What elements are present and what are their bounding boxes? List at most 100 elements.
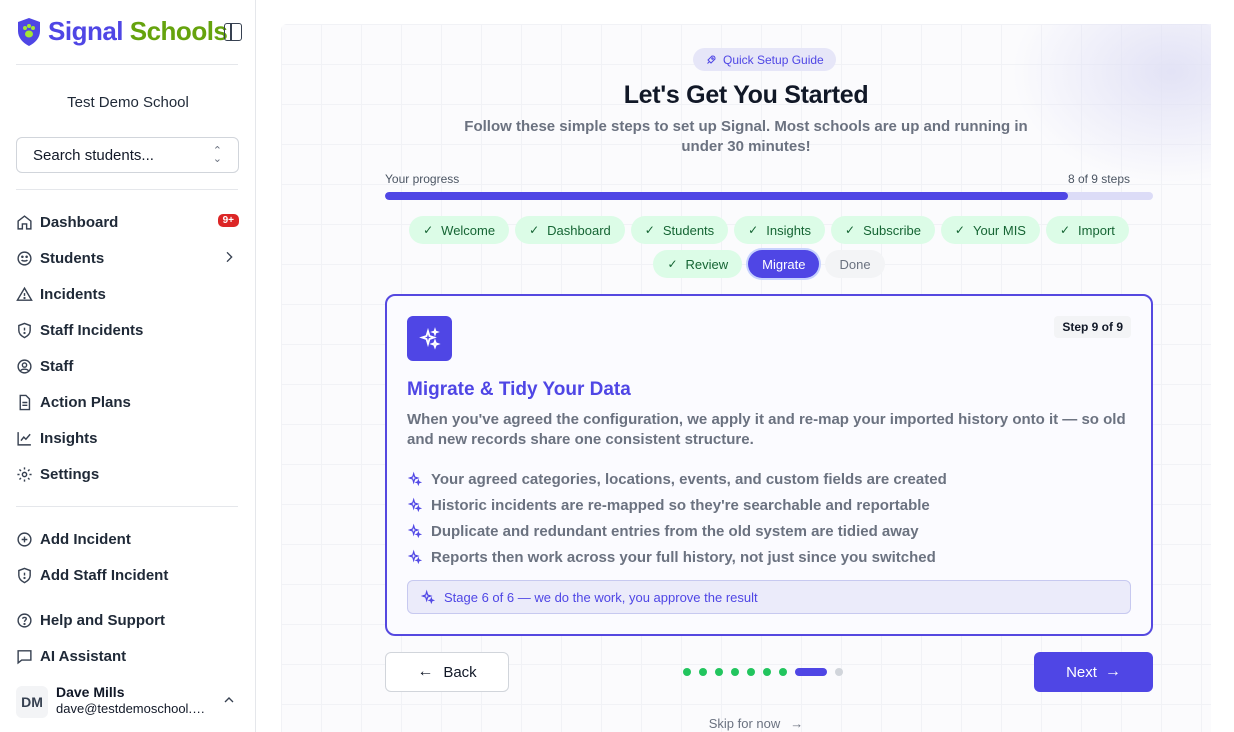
back-button[interactable]: ← Back — [385, 652, 509, 692]
step-dot[interactable] — [795, 668, 827, 676]
nav-item-add-staff-incident[interactable]: Add Staff Incident — [16, 563, 239, 587]
step-chip-label: Review — [685, 256, 729, 272]
chevron-right-icon — [226, 251, 233, 263]
step-chip-students[interactable]: ✓ Students — [630, 216, 729, 244]
step-chips: ✓ Welcome ✓ Dashboard ✓ Students ✓ Insights ✓ Sub… — [385, 216, 1153, 278]
nav-item-insights[interactable]: Insights — [16, 426, 239, 450]
step-chip-migrate[interactable]: Migrate — [748, 250, 820, 278]
step-dot[interactable] — [683, 668, 691, 676]
search-placeholder: Search students... — [33, 146, 154, 164]
next-button[interactable]: Next → — [1034, 652, 1153, 692]
list-item: Historic incidents are re-mapped so they… — [407, 492, 1137, 518]
divider — [16, 506, 238, 507]
rocket-icon — [707, 54, 716, 64]
check-icon: ✓ — [667, 257, 678, 271]
brand-name: Signal Schools — [48, 16, 228, 47]
document-icon — [19, 394, 31, 410]
nav-label: Dashboard — [40, 213, 119, 231]
plus-circle-icon — [17, 531, 32, 547]
step-chip-your-mis[interactable]: ✓ Your MIS — [940, 216, 1040, 244]
list-item-text: Your agreed categories, locations, event… — [431, 470, 947, 488]
next-label: Next — [1066, 663, 1097, 681]
brand-name-part2: Schools — [129, 16, 228, 46]
step-dot[interactable] — [779, 668, 787, 676]
home-icon — [17, 214, 32, 230]
arrow-left-icon: ← — [417, 663, 434, 680]
step-chip-import[interactable]: ✓ Import — [1045, 216, 1129, 244]
step-chip-label: Migrate — [762, 256, 806, 272]
step-chip-dashboard[interactable]: ✓ Dashboard — [515, 216, 625, 244]
nav-item-help-support[interactable]: Help and Support — [16, 608, 239, 632]
list-item-text: Duplicate and redundant entries from the… — [431, 522, 919, 540]
arrow-right-icon: → — [790, 716, 804, 731]
step-dot[interactable] — [715, 668, 723, 676]
list-item-text: Reports then work across your full histo… — [431, 548, 936, 566]
nav-item-add-incident[interactable]: Add Incident — [16, 527, 239, 551]
nav-label: Help and Support — [40, 611, 165, 629]
card-description: When you've agreed the configuration, we… — [407, 411, 1126, 448]
smile-face-icon — [17, 250, 32, 266]
nav-label: Action Plans — [40, 393, 131, 411]
skip-link[interactable]: Skip for now → — [281, 716, 1231, 731]
arrow-right-icon: → — [1104, 663, 1121, 680]
step-chip-label: Your MIS — [972, 222, 1026, 238]
list-item: Your agreed categories, locations, event… — [407, 466, 1137, 492]
nav-item-ai-assistant[interactable]: AI Assistant — [16, 644, 239, 668]
step-chip-review[interactable]: ✓ Review — [653, 250, 743, 278]
sparkles-icon — [407, 316, 452, 361]
gear-icon — [17, 466, 32, 482]
check-icon: ✓ — [529, 223, 540, 237]
sidebar-toggle-icon[interactable] — [224, 23, 242, 41]
step-chip-done[interactable]: Done — [825, 250, 885, 278]
step-card: Step 9 of 9 Migrate & Tidy Your Data Whe… — [385, 294, 1153, 636]
nav-label: Settings — [40, 465, 100, 483]
progress-bar — [385, 192, 1153, 200]
school-name: Test Demo School — [67, 94, 189, 111]
notification-badge: 9+ — [217, 214, 239, 227]
nav-item-action-plans[interactable]: Action Plans — [16, 390, 239, 414]
shield-alert-icon — [18, 567, 31, 583]
nav-item-students[interactable]: Students — [16, 246, 239, 270]
step-chip-label: Dashboard — [547, 222, 611, 238]
step-chip-welcome[interactable]: ✓ Welcome — [409, 216, 510, 244]
user-menu[interactable]: DM Dave Mills dave@testdemoschool.com — [16, 682, 239, 722]
nav-label: Students — [40, 249, 105, 267]
step-dot[interactable] — [763, 668, 771, 676]
nav-item-settings[interactable]: Settings — [16, 462, 239, 486]
check-icon: ✓ — [954, 223, 965, 237]
line-chart-icon — [17, 431, 31, 446]
pill-label: Quick Setup Guide — [723, 52, 824, 67]
step-badge: Step 9 of 9 — [1054, 316, 1131, 338]
check-icon: ✓ — [423, 223, 434, 237]
divider — [16, 64, 238, 65]
step-dot[interactable] — [699, 668, 707, 676]
check-icon: ✓ — [1059, 223, 1071, 237]
step-chip-label: Import — [1078, 222, 1115, 238]
step-dot[interactable] — [747, 668, 755, 676]
brand-logo-link[interactable]: Signal Schools — [16, 16, 228, 47]
step-dots — [683, 668, 843, 676]
nav-item-staff[interactable]: Staff — [16, 354, 239, 378]
step-chip-label: Welcome — [441, 222, 496, 238]
step-dot[interactable] — [731, 668, 739, 676]
progress-label: Your progress — [385, 172, 460, 186]
step-dot[interactable] — [835, 668, 843, 676]
avatar: DM — [16, 686, 48, 718]
step-chip-label: Subscribe — [863, 222, 921, 238]
nav-label: Insights — [40, 429, 98, 447]
check-icon: ✓ — [644, 223, 655, 237]
nav-item-staff-incidents[interactable]: Staff Incidents — [16, 318, 239, 342]
chevron-up-down-icon: ⌃ ⌄ — [212, 145, 222, 165]
sparkles-icon — [407, 549, 423, 565]
sparkles-icon — [420, 589, 436, 605]
sparkles-icon — [407, 497, 423, 513]
nav-item-incidents[interactable]: Incidents — [16, 282, 239, 306]
step-chip-subscribe[interactable]: ✓ Subscribe — [831, 216, 935, 244]
student-search-select[interactable]: Search students... ⌃ ⌄ — [16, 137, 239, 173]
nav-item-dashboard[interactable]: Dashboard 9+ — [16, 210, 239, 234]
step-chip-insights[interactable]: ✓ Insights — [734, 216, 826, 244]
stage-note: Stage 6 of 6 — we do the work, you appro… — [407, 580, 1131, 614]
feature-list: Your agreed categories, locations, event… — [407, 466, 1137, 570]
shield-paw-logo-icon — [18, 17, 40, 46]
help-circle-icon — [17, 612, 32, 628]
